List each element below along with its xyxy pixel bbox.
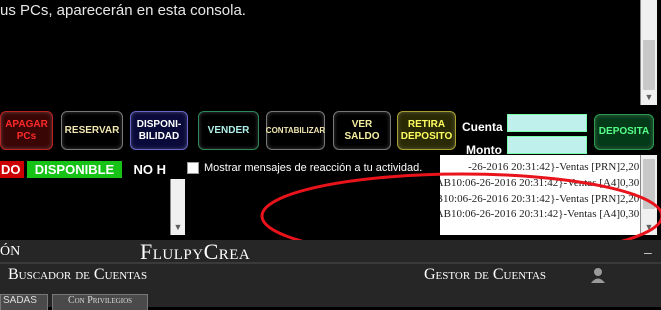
- apagar-pcs-button[interactable]: APAGAR PCs: [0, 111, 53, 150]
- ver-saldo-line2: SALDO: [344, 130, 380, 142]
- monto-input[interactable]: [507, 136, 587, 154]
- cuenta-input[interactable]: [507, 114, 587, 132]
- retira-deposito-line1: RETIRA: [407, 118, 446, 130]
- console-scrollbar[interactable]: ▼: [640, 0, 657, 105]
- buscador-de-cuentas-link[interactable]: Buscador de Cuentas: [8, 266, 147, 284]
- scrollbar-thumb[interactable]: [643, 40, 655, 90]
- bottom-divider: [0, 262, 661, 264]
- minimize-button[interactable]: –: [644, 244, 652, 260]
- reservar-button[interactable]: RESERVAR: [61, 111, 123, 150]
- disponibilidad-button[interactable]: DISPONI- BILIDAD: [130, 111, 188, 150]
- left-panel-scrollbar[interactable]: ▼: [170, 179, 185, 235]
- apagar-line1: APAGAR: [5, 118, 48, 130]
- ver-saldo-button[interactable]: VER SALDO: [333, 111, 391, 150]
- contabilizar-label: CONTABILIZAR: [265, 125, 326, 135]
- disponibilidad-line2: BILIDAD: [138, 130, 180, 142]
- scroll-down-arrow-icon[interactable]: ▼: [171, 219, 185, 235]
- retira-deposito-line2: DEPOSITO: [400, 130, 453, 142]
- reaction-messages-checkbox[interactable]: [187, 162, 199, 174]
- gestor-de-cuentas-link[interactable]: Gestor de Cuentas: [424, 266, 546, 284]
- ver-saldo-line1: VER: [351, 118, 373, 130]
- deposita-label: DEPOSITA: [598, 126, 650, 137]
- left-panel: [0, 179, 170, 235]
- status-disponible-badge: DISPONIBLE: [27, 161, 122, 178]
- retira-deposito-button[interactable]: RETIRA DEPOSITO: [397, 111, 456, 150]
- disponibilidad-line1: DISPONI-: [136, 118, 182, 130]
- bottom-left-fragment: ÓN: [0, 244, 21, 259]
- contabilizar-button[interactable]: CONTABILIZAR: [266, 111, 325, 150]
- tab-con-privilegios-label: Con Privilegios: [67, 295, 133, 306]
- reservar-label: RESERVAR: [64, 124, 120, 136]
- scroll-down-arrow-icon[interactable]: ▼: [641, 89, 657, 105]
- brand-title: FlulpyCrea: [140, 239, 251, 264]
- status-left-badge: DO: [0, 161, 24, 178]
- vender-button[interactable]: VENDER: [198, 111, 259, 150]
- vender-label: VENDER: [207, 124, 250, 136]
- deposita-button[interactable]: DEPOSITA: [594, 114, 654, 150]
- console-message: us PCs, aparecerán en esta consola.: [0, 2, 246, 19]
- user-icon[interactable]: [590, 266, 606, 284]
- tab-con-privilegios[interactable]: Con Privilegios: [52, 294, 148, 310]
- user-icon-svg: [591, 268, 605, 283]
- status-no-h-badge: NO H: [126, 161, 170, 178]
- tab-sadas-text: SADAS: [3, 295, 37, 306]
- apagar-line2: PCs: [16, 130, 37, 142]
- tab-sadas[interactable]: SADAS: [0, 294, 48, 310]
- cuenta-label: Cuenta: [462, 120, 503, 134]
